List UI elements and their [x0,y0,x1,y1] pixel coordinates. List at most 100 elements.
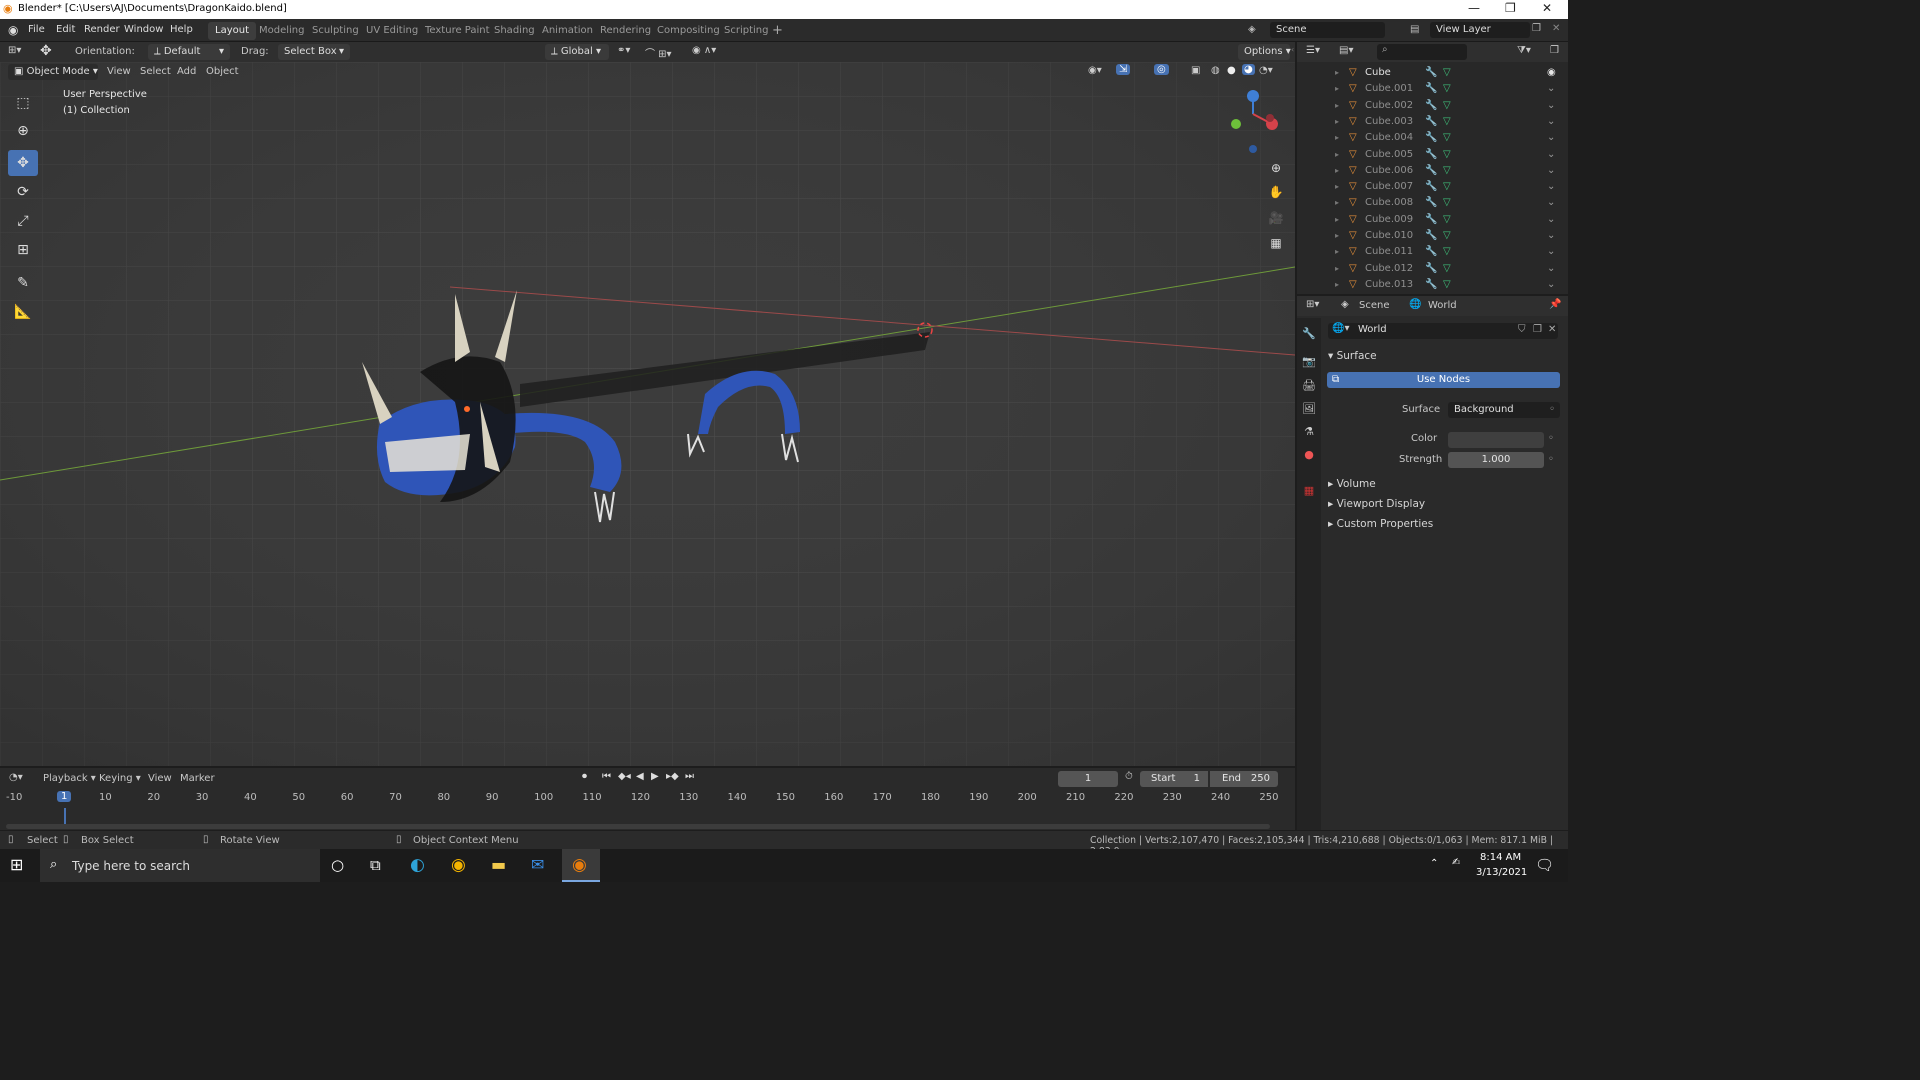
transform-orientation-dropdown[interactable]: ⟂ Global ▾ [545,44,609,60]
editor-type-icon[interactable]: ⊞▾ [8,45,21,56]
expand-arrow-icon[interactable]: ▸ [1335,114,1339,130]
scene-tab-icon[interactable]: ⚗ [1301,424,1317,440]
tab-texture-paint[interactable]: Texture Paint [418,22,497,40]
mesh-data-icon[interactable]: ▽ [1443,244,1451,260]
expand-arrow-icon[interactable]: ▸ [1335,163,1339,179]
orientation-dropdown[interactable]: ⟂ Default ▾ [148,44,230,60]
menu-render[interactable]: Render [84,24,120,35]
scene-icon[interactable]: ◈ [1248,24,1256,35]
visibility-toggle-icon[interactable]: ⌄ [1547,212,1555,228]
outliner-item[interactable]: ▸ ▽ Cube.004 🔧 ▽ ⌄ [1297,130,1568,146]
modifier-icon[interactable]: 🔧 [1425,244,1437,260]
outliner-item[interactable]: ▸ ▽ Cube.012 🔧 ▽ ⌄ [1297,261,1568,277]
windows-start-icon[interactable]: ⊞ [10,855,23,874]
chrome-icon[interactable]: ◉ [451,855,466,875]
pen-icon[interactable]: ✍ [1452,857,1460,868]
tool-tab-icon[interactable]: 🔧 [1301,326,1317,342]
color-swatch[interactable] [1448,432,1544,448]
file-explorer-icon[interactable]: ▬ [491,855,506,874]
viewport-display-section-header[interactable]: ▸ Viewport Display [1328,498,1425,510]
scene-selector[interactable]: Scene [1270,22,1385,38]
visibility-toggle-icon[interactable]: ⌄ [1547,195,1555,211]
view-layer-selector[interactable]: View Layer [1430,22,1530,38]
gizmo-neg-x-icon[interactable] [1266,114,1274,122]
render-tab-icon[interactable]: 📷 [1301,354,1317,370]
tab-sculpting[interactable]: Sculpting [305,22,366,40]
menu-window[interactable]: Window [124,24,163,35]
expand-arrow-icon[interactable]: ▸ [1335,179,1339,195]
timeline-editor-icon[interactable]: ◔▾ [9,772,23,783]
timeline-menu-playback[interactable]: Playback ▾ [43,773,96,784]
visibility-toggle-icon[interactable]: ⌄ [1547,163,1555,179]
minimize-icon[interactable]: — [1468,1,1480,15]
pan-hand-icon[interactable]: ✋ [1266,182,1286,202]
viewport-menu-view[interactable]: View [107,66,131,77]
outliner-item[interactable]: ▸ ▽ Cube.001 🔧 ▽ ⌄ [1297,81,1568,97]
modifier-icon[interactable]: 🔧 [1425,228,1437,244]
modifier-icon[interactable]: 🔧 [1425,147,1437,163]
tray-chevron-icon[interactable]: ⌃ [1430,858,1438,869]
tab-shading[interactable]: Shading [487,22,542,40]
record-icon[interactable]: ⏺ [582,771,587,782]
notifications-icon[interactable]: 🗨 [1535,856,1554,874]
modifier-icon[interactable]: 🔧 [1425,277,1437,293]
end-frame-field[interactable]: End 250 [1210,771,1278,787]
wireframe-shading-icon[interactable]: ◍ [1211,65,1220,76]
task-view-icon[interactable]: ⧉ [370,856,381,874]
mesh-data-icon[interactable]: ▽ [1443,195,1451,211]
restore-icon[interactable]: ❐ [1505,1,1516,15]
visibility-toggle-icon[interactable]: ⌄ [1547,261,1555,277]
visibility-toggle-icon[interactable]: ⌄ [1547,81,1555,97]
visibility-toggle-icon[interactable]: ⌄ [1547,244,1555,260]
strength-socket-icon[interactable]: ◦ [1548,454,1554,465]
outliner-item[interactable]: ▸ ▽ Cube.008 🔧 ▽ ⌄ [1297,195,1568,211]
gizmo-toggle-icon[interactable]: ⇲ [1116,64,1131,75]
move-tool-button-icon[interactable]: ✥ [8,150,38,176]
outliner-item[interactable]: ▸ ▽ Cube.007 🔧 ▽ ⌄ [1297,179,1568,195]
outliner-item[interactable]: ▸ ▽ Cube.003 🔧 ▽ ⌄ [1297,114,1568,130]
ortho-grid-icon[interactable]: ▦ [1266,233,1286,253]
mesh-data-icon[interactable]: ▽ [1443,163,1451,179]
edge-icon[interactable]: ◐ [410,855,425,875]
outliner-item[interactable]: ▸ ▽ Cube.011 🔧 ▽ ⌄ [1297,244,1568,260]
outliner-item[interactable]: ▸ ▽ Cube.013 🔧 ▽ ⌄ [1297,277,1568,293]
taskbar-search-box[interactable]: ⌕ Type here to search [40,849,320,882]
scale-tool-icon[interactable]: ⤢ [8,208,38,234]
gizmo-z-icon[interactable] [1247,90,1259,102]
timeline-menu-view[interactable]: View [148,773,172,784]
color-socket-icon[interactable]: ◦ [1548,433,1554,444]
outliner-editor-icon[interactable]: ☰▾ [1306,45,1320,56]
menu-help[interactable]: Help [170,24,193,35]
visibility-toggle-icon[interactable]: ⌄ [1547,147,1555,163]
surface-section-header[interactable]: ▾ Surface [1328,350,1377,362]
outliner-item[interactable]: ▸ ▽ Cube.009 🔧 ▽ ⌄ [1297,212,1568,228]
modifier-icon[interactable]: 🔧 [1425,114,1437,130]
playhead-line[interactable] [64,808,66,824]
new-view-layer-icon[interactable]: ❐ [1532,23,1541,34]
jump-end-icon[interactable]: ⏭ [685,771,694,782]
expand-arrow-icon[interactable]: ▸ [1335,212,1339,228]
modifier-icon[interactable]: 🔧 [1425,130,1437,146]
modifier-icon[interactable]: 🔧 [1425,81,1437,97]
timeline-menu-marker[interactable]: Marker [180,773,215,784]
mesh-data-icon[interactable]: ▽ [1443,114,1451,130]
mesh-data-icon[interactable]: ▽ [1443,65,1451,81]
solid-shading-icon[interactable]: ● [1227,65,1236,76]
outliner-item[interactable]: ▸ ▽ Cube 🔧 ▽ ◉ [1297,65,1568,81]
next-keyframe-icon[interactable]: ▸◆ [666,771,679,782]
modifier-icon[interactable]: 🔧 [1425,163,1437,179]
expand-arrow-icon[interactable]: ▸ [1335,228,1339,244]
jump-start-icon[interactable]: ⏮ [602,771,611,782]
expand-arrow-icon[interactable]: ▸ [1335,130,1339,146]
preview-range-icon[interactable]: ⏱ [1125,771,1133,782]
mesh-data-icon[interactable]: ▽ [1443,130,1451,146]
strength-field[interactable]: 1.000 [1448,452,1544,468]
viewport-menu-select[interactable]: Select [140,66,171,77]
outliner-item[interactable]: ▸ ▽ Cube.006 🔧 ▽ ⌄ [1297,163,1568,179]
mesh-data-icon[interactable]: ▽ [1443,261,1451,277]
play-reverse-icon[interactable]: ◀ [636,771,644,782]
properties-editor-icon[interactable]: ⊞▾ [1306,299,1319,310]
use-nodes-button[interactable]: ⧉ Use Nodes [1327,372,1560,388]
tab-uv-editing[interactable]: UV Editing [359,22,425,40]
proportional-edit-icon[interactable]: ◉ ∧▾ [692,45,716,56]
